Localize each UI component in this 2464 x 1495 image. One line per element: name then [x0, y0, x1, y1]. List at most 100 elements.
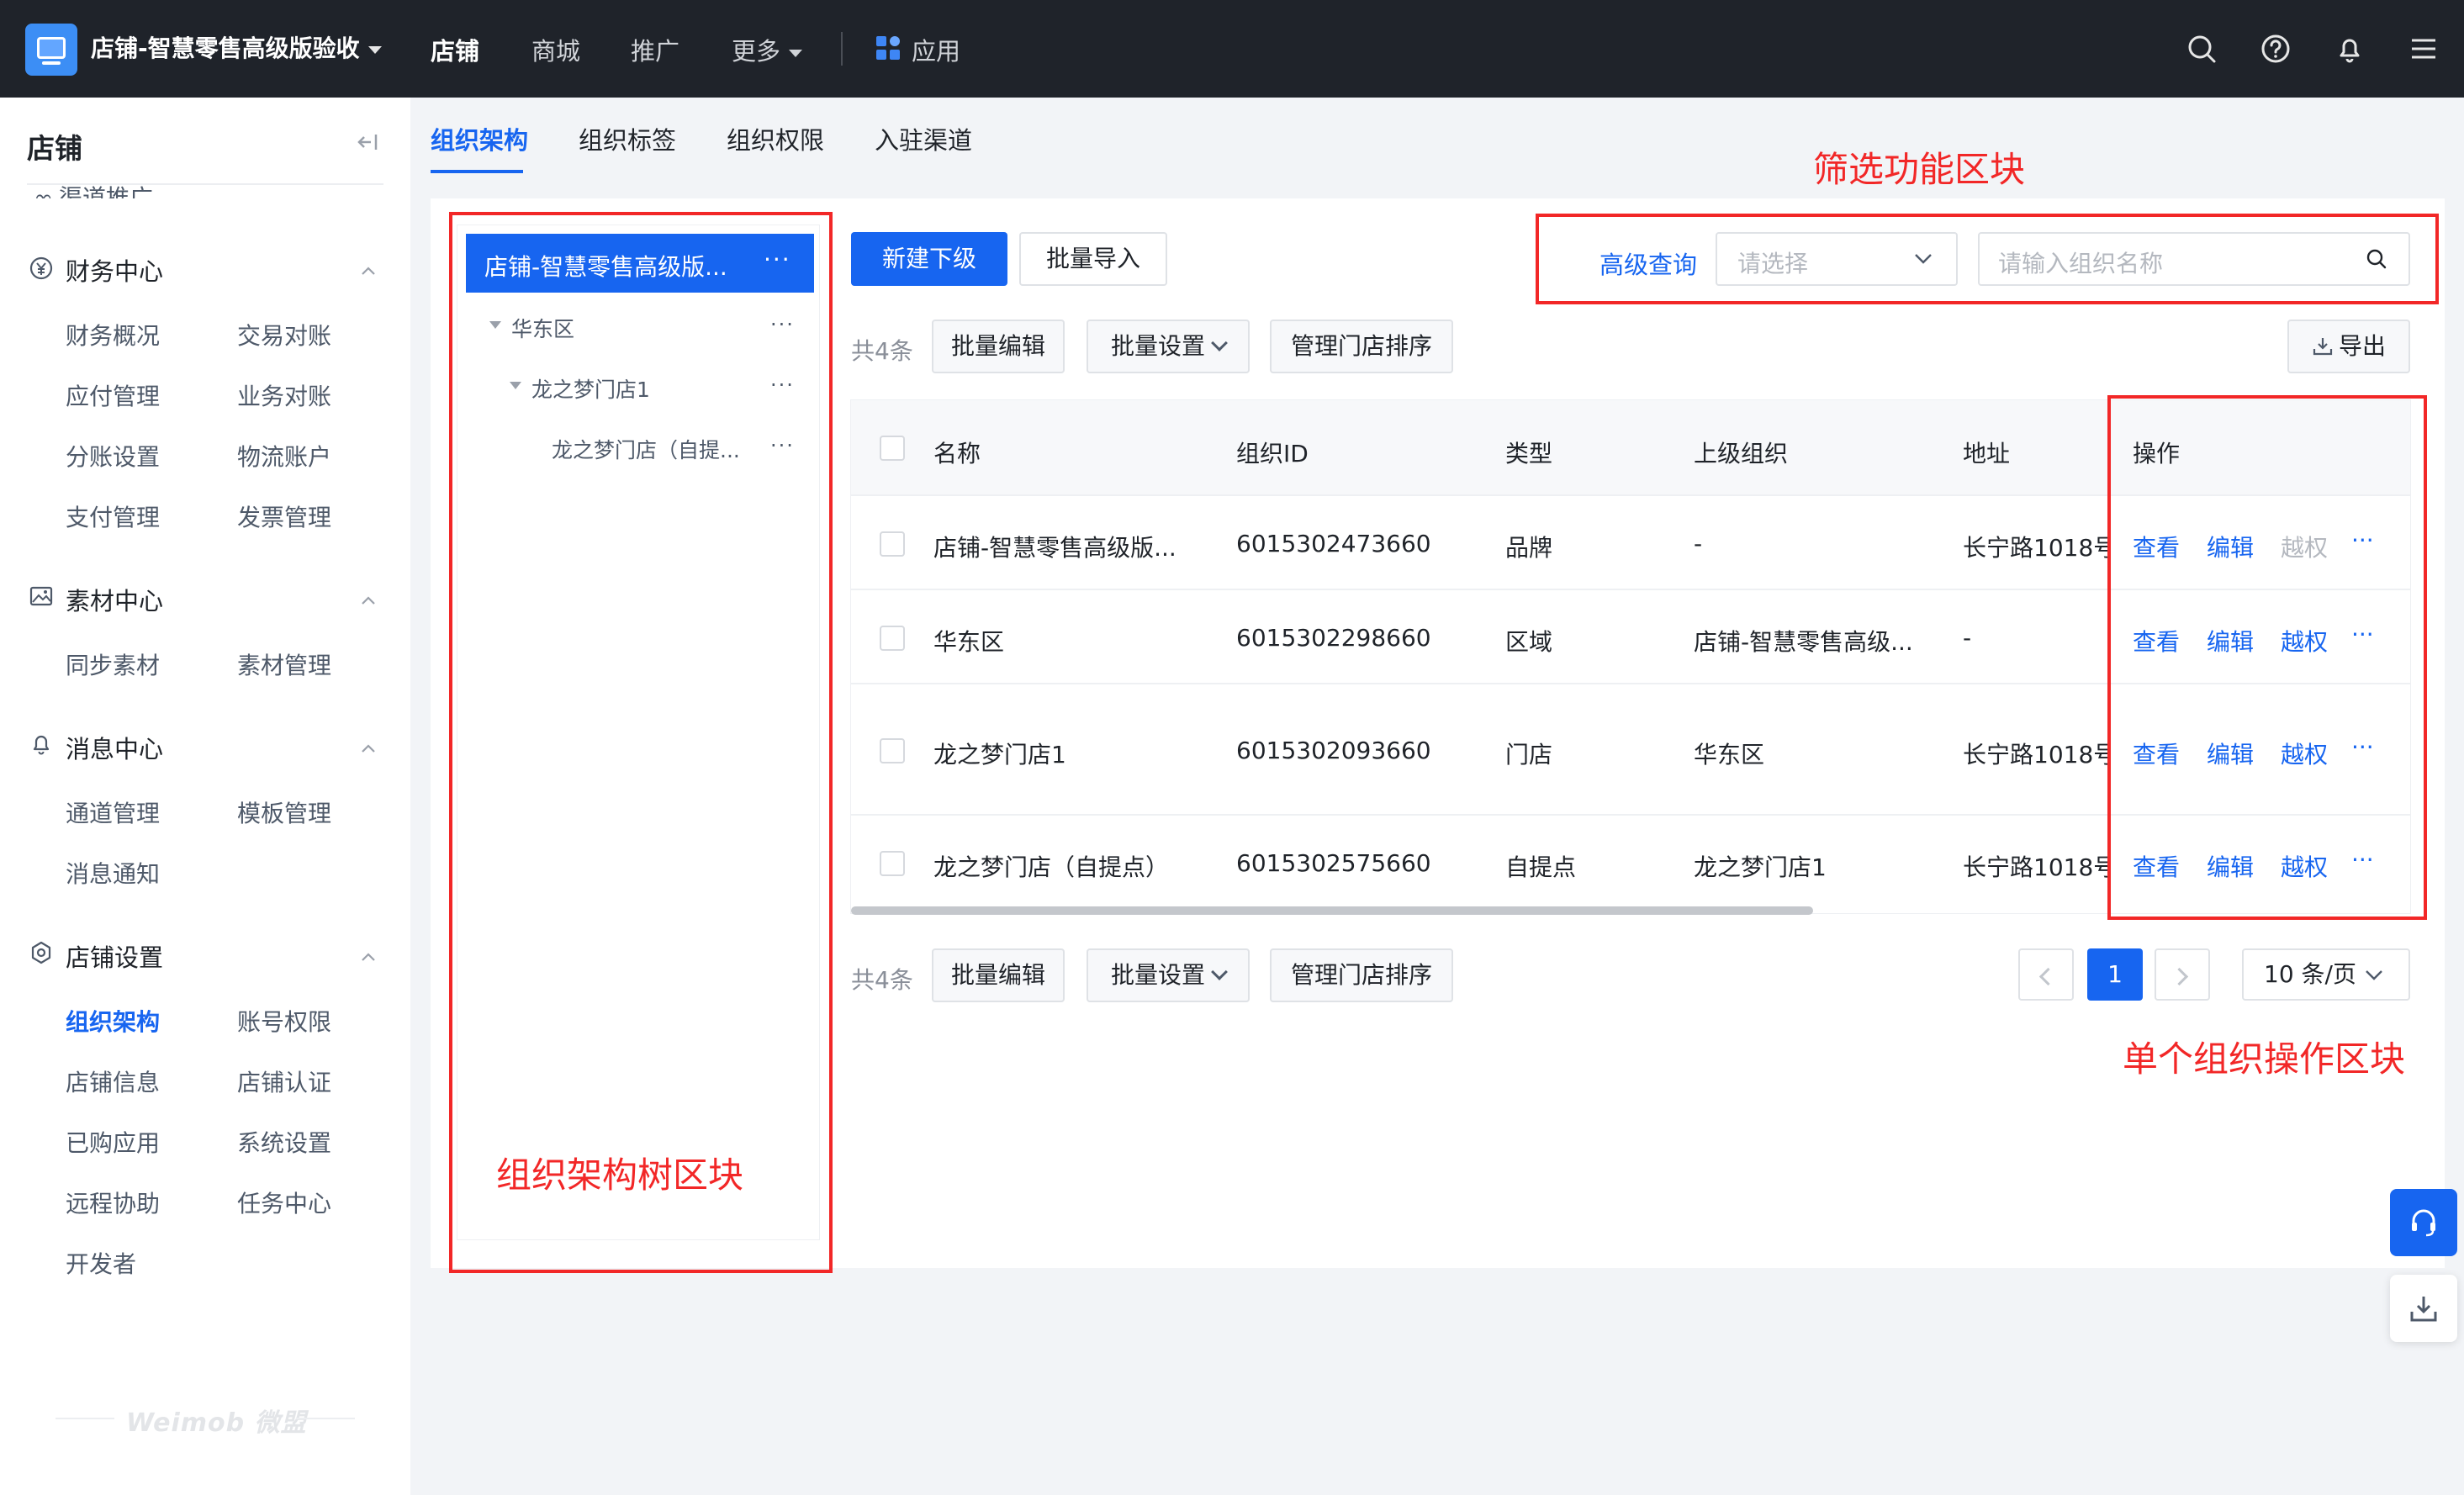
- watermark-line: [56, 1418, 114, 1419]
- chevron-up-icon[interactable]: [360, 262, 377, 279]
- sidebar-item-payables[interactable]: 应付管理: [66, 378, 160, 412]
- chevron-up-icon[interactable]: [360, 740, 377, 757]
- batch-settings-button[interactable]: 批量设置: [1087, 320, 1250, 373]
- sidebar-item-asset-management[interactable]: 素材管理: [237, 647, 331, 681]
- export-label: 导出: [2338, 332, 2386, 360]
- cell-address: -: [1963, 624, 1972, 652]
- select-all-checkbox[interactable]: [880, 436, 905, 461]
- page-1-button[interactable]: 1: [2087, 948, 2143, 1001]
- topnav-more[interactable]: 更多: [732, 32, 803, 67]
- next-page-button[interactable]: [2155, 948, 2210, 1001]
- sidebar-item-purchased-apps[interactable]: 已购应用: [66, 1125, 160, 1159]
- cell-org-id: 6015302298660: [1236, 624, 1431, 652]
- help-icon[interactable]: [2259, 32, 2292, 66]
- watermark-line: [296, 1418, 355, 1419]
- batch-import-button[interactable]: 批量导入: [1019, 232, 1167, 286]
- sidebar-group-messages[interactable]: 消息中心: [66, 730, 163, 765]
- store-logo-icon[interactable]: [25, 24, 77, 76]
- row-checkbox[interactable]: [880, 738, 905, 763]
- new-child-button[interactable]: 新建下级: [851, 232, 1007, 286]
- cell-parent: 店铺-智慧零售高级...: [1694, 628, 1913, 656]
- chevron-down-icon: [2366, 970, 2382, 980]
- tab-entry-channels[interactable]: 入驻渠道: [875, 121, 972, 156]
- cell-name: 华东区: [933, 628, 1005, 656]
- page-size-select[interactable]: 10 条/页: [2242, 948, 2410, 1001]
- row-checkbox[interactable]: [880, 626, 905, 651]
- manage-store-sort-button[interactable]: 管理门店排序: [1270, 320, 1453, 373]
- bell-icon: [33, 735, 50, 755]
- sidebar-item-remote-assist[interactable]: 远程协助: [66, 1186, 160, 1219]
- sidebar-group-store-settings[interactable]: 店铺设置: [66, 938, 163, 974]
- topnav-apps[interactable]: 应用: [912, 32, 960, 67]
- sidebar-item-channel-management[interactable]: 通道管理: [66, 795, 160, 829]
- batch-settings-button[interactable]: 批量设置: [1087, 948, 1250, 1002]
- sidebar-item-store-certification[interactable]: 店铺认证: [237, 1064, 331, 1098]
- column-header-name: 名称: [933, 440, 981, 468]
- sidebar-item-split-settings[interactable]: 分账设置: [66, 439, 160, 473]
- column-header-address: 地址: [1963, 440, 2011, 468]
- filter-annotation-label: 筛选功能区块: [1813, 149, 2026, 190]
- cell-type: 区域: [1505, 628, 1553, 656]
- headset-icon: [2412, 1209, 2435, 1237]
- sidebar-item-message-notice[interactable]: 消息通知: [66, 856, 160, 890]
- column-header-org-id: 组织ID: [1236, 440, 1309, 468]
- sidebar-group-finance[interactable]: 财务中心: [66, 252, 163, 288]
- collapse-sidebar-icon[interactable]: [357, 133, 378, 151]
- batch-edit-button[interactable]: 批量编辑: [932, 320, 1065, 373]
- sidebar-item-channel[interactable]: ∞ 渠道推广: [34, 175, 153, 198]
- sidebar-item-finance-overview[interactable]: 财务概况: [66, 318, 160, 351]
- store-name: 店铺-智慧零售高级版验收: [91, 34, 360, 62]
- sidebar-item-logistics-account[interactable]: 物流账户: [237, 439, 331, 473]
- sidebar-item-system-settings[interactable]: 系统设置: [237, 1125, 331, 1159]
- horizontal-scrollbar[interactable]: [851, 906, 1813, 915]
- manage-store-sort-button[interactable]: 管理门店排序: [1270, 948, 1453, 1002]
- sidebar-item-payment[interactable]: 支付管理: [66, 499, 160, 533]
- sidebar-item-invoice[interactable]: 发票管理: [237, 499, 331, 533]
- batch-edit-button[interactable]: 批量编辑: [932, 948, 1065, 1002]
- sidebar-item-trade-reconcile[interactable]: 交易对账: [237, 318, 331, 351]
- download-float-button[interactable]: [2390, 1275, 2457, 1342]
- cell-name: 店铺-智慧零售高级版...: [933, 534, 1176, 562]
- search-icon[interactable]: [2185, 32, 2218, 66]
- ops-annotation-label: 单个组织操作区块: [2123, 1038, 2406, 1080]
- page-size-label: 10 条/页: [2264, 960, 2356, 988]
- cell-type: 品牌: [1505, 534, 1553, 562]
- sidebar-item-template-management[interactable]: 模板管理: [237, 795, 331, 829]
- sidebar-item-business-reconcile[interactable]: 业务对账: [237, 378, 331, 412]
- cell-name: 龙之梦门店1: [933, 741, 1066, 769]
- menu-icon[interactable]: [2407, 32, 2440, 66]
- tab-org-tags[interactable]: 组织标签: [579, 121, 676, 156]
- sidebar-group-assets[interactable]: 素材中心: [66, 582, 163, 617]
- topnav-mall[interactable]: 商城: [531, 32, 580, 67]
- tab-active-indicator: [431, 170, 523, 173]
- row-checkbox[interactable]: [880, 851, 905, 876]
- sidebar-item-sync-assets[interactable]: 同步素材: [66, 647, 160, 681]
- sidebar-divider: [27, 183, 383, 185]
- tab-org-permissions[interactable]: 组织权限: [727, 121, 824, 156]
- sidebar-item-org-structure[interactable]: 组织架构: [66, 1004, 160, 1038]
- chevron-up-icon[interactable]: [360, 948, 377, 965]
- sidebar: [0, 98, 410, 1495]
- sidebar-item-account-permissions[interactable]: 账号权限: [237, 1004, 331, 1038]
- customer-service-button[interactable]: [2390, 1189, 2457, 1256]
- chevron-up-icon[interactable]: [360, 592, 377, 609]
- prev-page-button[interactable]: [2018, 948, 2074, 1001]
- cell-parent: 龙之梦门店1: [1694, 853, 1827, 881]
- store-switcher[interactable]: 店铺-智慧零售高级版验收: [91, 30, 382, 64]
- sidebar-item-developer[interactable]: 开发者: [66, 1246, 136, 1280]
- export-button[interactable]: 导出: [2287, 320, 2410, 373]
- tree-annotation-box: [449, 212, 833, 1273]
- sidebar-item-task-center[interactable]: 任务中心: [237, 1186, 331, 1219]
- settings-icon: [31, 941, 51, 964]
- topnav-promotion[interactable]: 推广: [631, 32, 679, 67]
- topnav-divider: [841, 32, 843, 66]
- caret-down-icon: [789, 49, 803, 57]
- topnav-store[interactable]: 店铺: [431, 32, 479, 67]
- row-checkbox[interactable]: [880, 531, 905, 557]
- cell-type: 门店: [1505, 741, 1553, 769]
- tab-org-structure[interactable]: 组织架构: [431, 121, 528, 156]
- chevron-down-icon: [1211, 335, 1228, 351]
- bell-icon[interactable]: [2333, 32, 2366, 66]
- sidebar-item-store-info[interactable]: 店铺信息: [66, 1064, 160, 1098]
- download-icon: [2313, 338, 2333, 356]
